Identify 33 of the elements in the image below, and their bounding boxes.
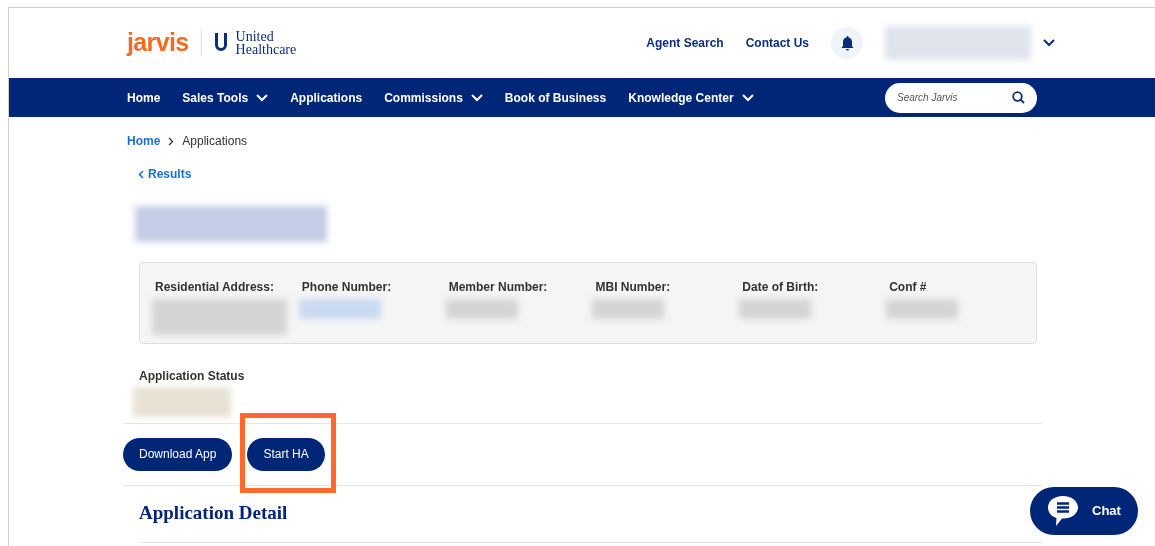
field-label: Phone Number: [301, 278, 393, 296]
field-label: Residential Address: [155, 278, 275, 296]
chevron-down-icon [1043, 39, 1055, 47]
field-label: MBI Number: [595, 278, 672, 296]
back-link[interactable]: Results [138, 165, 192, 183]
notification-button[interactable] [831, 27, 863, 59]
partner-logo-text: United Healthcare [235, 30, 297, 56]
search-bar[interactable]: Search Jarvis [885, 82, 1037, 113]
breadcrumb-current: Applications [182, 133, 248, 150]
chevron-left-icon [138, 169, 144, 179]
bell-icon [840, 35, 854, 51]
breadcrumb-link[interactable]: Home [127, 132, 161, 150]
nav-item[interactable]: Book of Business [504, 88, 607, 107]
nav-item[interactable]: Applications [290, 88, 363, 107]
chat-bubble-icon [1046, 495, 1080, 527]
chevron-right-icon [168, 136, 175, 146]
nav-item[interactable]: Sales Tools [182, 88, 269, 107]
nav-item[interactable]: Commissions [384, 88, 483, 107]
chat-button[interactable]: Chat [1030, 487, 1138, 535]
field-label: Conf # [889, 278, 928, 296]
header-link[interactable]: Agent Search [646, 34, 724, 52]
section-title: Application Detail [139, 500, 288, 525]
nav-item[interactable]: Knowledge Center [628, 88, 754, 107]
action-button[interactable]: Start HA [247, 437, 325, 471]
search-field[interactable]: Search Jarvis [897, 90, 1012, 105]
nav-item[interactable]: Home [127, 88, 161, 107]
field-label: Member Number: [448, 278, 549, 296]
status-label: Application Status [139, 367, 246, 385]
header-link[interactable]: Contact Us [745, 34, 809, 52]
action-button[interactable]: Download App [123, 437, 233, 471]
search-icon[interactable] [1012, 91, 1025, 104]
field-label: Date of Birth: [742, 278, 820, 296]
shield-icon [213, 32, 228, 54]
